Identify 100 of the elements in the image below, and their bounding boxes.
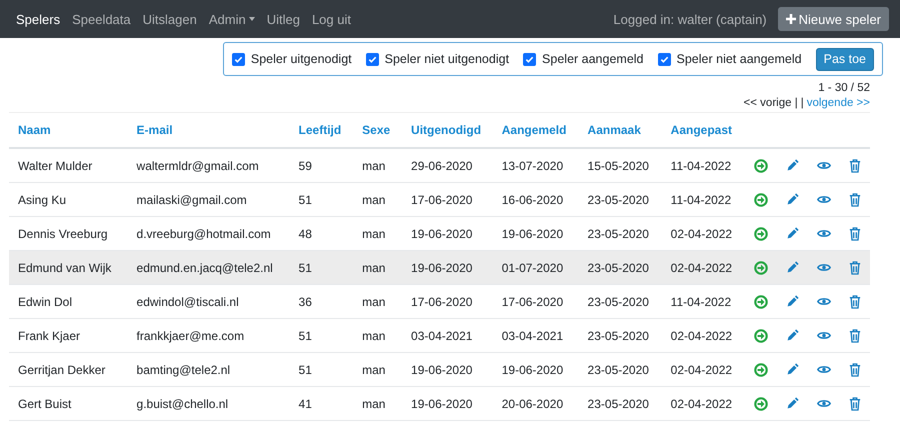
- table-cell: 17-06-2020: [502, 294, 564, 308]
- nav-link[interactable]: Uitslagen: [142, 12, 197, 26]
- trash-icon[interactable]: [848, 328, 861, 342]
- edit-icon[interactable]: [786, 363, 799, 376]
- table-cell: Gerritjan Dekker: [18, 362, 106, 376]
- trash-icon[interactable]: [848, 226, 861, 240]
- table-cell: man: [362, 192, 386, 206]
- eye-icon[interactable]: [816, 296, 831, 307]
- eye-icon[interactable]: [816, 262, 831, 273]
- edit-icon[interactable]: [786, 261, 799, 274]
- arrow-circle-icon[interactable]: [754, 294, 768, 308]
- eye-icon[interactable]: [816, 160, 831, 171]
- edit-icon[interactable]: [786, 227, 799, 240]
- arrow-circle-icon[interactable]: [754, 396, 768, 410]
- table-cell: Walter Mulder: [18, 158, 92, 172]
- eye-icon[interactable]: [816, 398, 831, 409]
- table-cell: 51: [298, 260, 312, 274]
- column-header[interactable]: Naam: [18, 123, 51, 137]
- column-header[interactable]: E-mail: [136, 123, 173, 137]
- table-cell: 03-04-2021: [411, 328, 472, 342]
- table-cell: Dennis Vreeburg: [18, 226, 108, 240]
- column-header[interactable]: Sexe: [362, 123, 390, 137]
- column-header[interactable]: Leeftijd: [298, 123, 342, 137]
- table-cell: 23-05-2020: [588, 362, 649, 376]
- table-cell: 02-04-2022: [670, 226, 732, 240]
- table-cell: man: [362, 158, 386, 172]
- edit-icon[interactable]: [786, 159, 799, 172]
- eye-icon[interactable]: [816, 364, 831, 375]
- checkbox-label: Speler niet uitgenodigt: [384, 52, 510, 66]
- table-cell: 20-06-2020: [502, 396, 564, 410]
- edit-icon[interactable]: [786, 193, 799, 206]
- trash-icon[interactable]: [848, 158, 861, 172]
- column-header[interactable]: Uitgenodigd: [411, 123, 482, 137]
- nav-link[interactable]: Uitleg: [266, 12, 300, 26]
- column-header[interactable]: Aangemeld: [502, 123, 566, 137]
- table-cell: 02-04-2022: [670, 362, 732, 376]
- separator-text: |: [800, 97, 804, 109]
- table-cell: Gert Buist: [18, 396, 72, 410]
- arrow-circle-icon[interactable]: [754, 362, 768, 376]
- arrow-circle-icon[interactable]: [754, 260, 768, 274]
- table-cell: 23-05-2020: [588, 294, 649, 308]
- table-cell: 41: [298, 396, 312, 410]
- checkbox[interactable]: [523, 52, 536, 66]
- edit-icon[interactable]: [786, 397, 799, 410]
- table-cell: 51: [298, 192, 312, 206]
- checkbox-label: Speler niet aangemeld: [676, 52, 802, 66]
- trash-icon[interactable]: [848, 192, 861, 206]
- apply-button[interactable]: Pas toe: [816, 48, 874, 70]
- column-header[interactable]: Aanmaak: [588, 123, 641, 137]
- checkbox[interactable]: [658, 52, 671, 66]
- table-cell: edmund.en.jacq@tele2.nl: [136, 260, 273, 274]
- table-cell: 17-06-2020: [411, 294, 472, 308]
- table-cell: 03-04-2021: [502, 328, 564, 342]
- checkbox[interactable]: [366, 52, 379, 66]
- table-cell: Edmund van Wijk: [18, 260, 112, 274]
- edit-icon[interactable]: [786, 329, 799, 342]
- table-cell: Edwin Dol: [18, 294, 72, 308]
- table-cell: Asing Ku: [18, 192, 66, 206]
- table-cell: man: [362, 362, 386, 376]
- table-cell: 23-05-2020: [588, 396, 649, 410]
- edit-icon[interactable]: [786, 295, 799, 308]
- trash-icon[interactable]: [848, 294, 861, 308]
- nav-link[interactable]: Log uit: [312, 12, 351, 26]
- next-link[interactable]: volgende >>: [806, 97, 870, 109]
- table-cell: 15-05-2020: [588, 158, 649, 172]
- table-cell: 23-05-2020: [588, 260, 649, 274]
- trash-icon[interactable]: [848, 396, 861, 410]
- arrow-circle-icon[interactable]: [754, 328, 768, 342]
- table-cell: mailaski@gmail.com: [136, 192, 247, 206]
- table-cell: man: [362, 328, 386, 342]
- new-player-button[interactable]: Nieuwe speler: [778, 7, 889, 31]
- eye-icon[interactable]: [816, 330, 831, 341]
- column-header[interactable]: Aangepast: [670, 123, 732, 137]
- table-cell: 02-04-2022: [670, 328, 732, 342]
- nav-link[interactable]: Spelers: [16, 12, 60, 26]
- table-cell: 17-06-2020: [411, 192, 472, 206]
- table-cell: 19-06-2020: [411, 260, 472, 274]
- table-cell: 59: [298, 158, 312, 172]
- eye-icon[interactable]: [816, 194, 831, 205]
- table-cell: Frank Kjaer: [18, 328, 80, 342]
- result-count: 1 - 30 / 52: [818, 82, 870, 94]
- arrow-circle-icon[interactable]: [754, 192, 768, 206]
- table-cell: d.vreeburg@hotmail.com: [136, 226, 271, 240]
- nav-link[interactable]: Speeldata: [72, 12, 131, 26]
- checkbox[interactable]: [232, 52, 245, 66]
- table-cell: g.buist@chello.nl: [136, 396, 228, 410]
- nav-link[interactable]: Admin: [208, 12, 255, 26]
- table-cell: 19-06-2020: [502, 226, 564, 240]
- trash-icon[interactable]: [848, 260, 861, 274]
- trash-icon[interactable]: [848, 362, 861, 376]
- table-cell: frankkjaer@me.com: [136, 328, 244, 342]
- arrow-circle-icon[interactable]: [754, 226, 768, 240]
- table-cell: man: [362, 226, 386, 240]
- table-cell: 02-04-2022: [670, 396, 732, 410]
- table-cell: 11-04-2022: [670, 294, 732, 308]
- logged-in-text: Logged in: walter (captain): [613, 12, 767, 26]
- table-cell: 51: [298, 362, 312, 376]
- eye-icon[interactable]: [816, 228, 831, 239]
- arrow-circle-icon[interactable]: [754, 158, 768, 172]
- table-cell: 19-06-2020: [411, 362, 472, 376]
